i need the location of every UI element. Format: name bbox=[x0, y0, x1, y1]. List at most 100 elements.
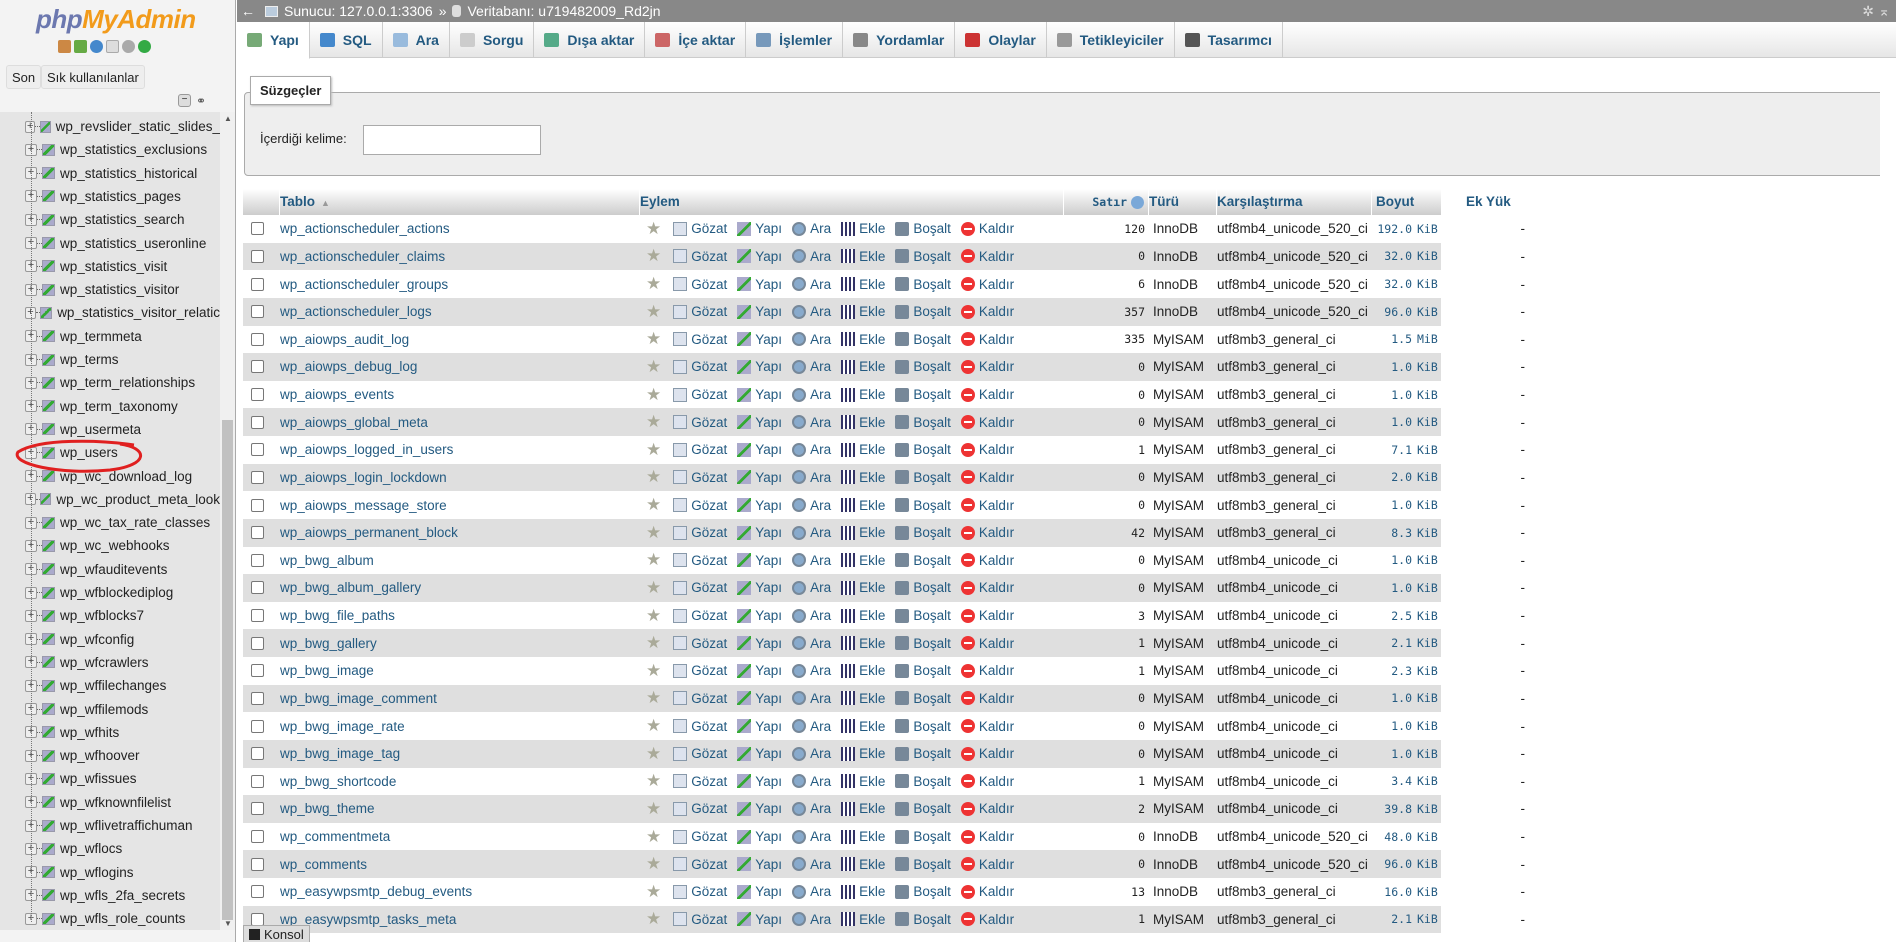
drop-action[interactable]: Kaldır bbox=[960, 415, 1014, 430]
structure-action[interactable]: Yapı bbox=[737, 442, 782, 457]
search-action[interactable]: Ara bbox=[792, 221, 831, 236]
favorite-star-icon[interactable]: ★ bbox=[646, 412, 661, 432]
gear-icon[interactable]: ✲ bbox=[1862, 0, 1874, 22]
empty-action[interactable]: Boşalt bbox=[895, 829, 951, 844]
size-value[interactable]: 1.0 bbox=[1372, 747, 1412, 761]
row-checkbox[interactable] bbox=[251, 719, 264, 733]
insert-action[interactable]: Ekle bbox=[841, 829, 885, 844]
size-unit[interactable]: KiB bbox=[1412, 222, 1462, 236]
console-button[interactable]: Konsol bbox=[243, 925, 310, 942]
table-name-link[interactable]: wp_bwg_image_comment bbox=[280, 691, 640, 706]
table-structure-icon[interactable] bbox=[42, 889, 55, 902]
table-name-link[interactable]: wp_bwg_album bbox=[280, 553, 640, 568]
tab-clock[interactable]: Olaylar bbox=[955, 22, 1047, 58]
drop-action[interactable]: Kaldır bbox=[960, 580, 1014, 595]
favorite-star-icon[interactable]: ★ bbox=[646, 854, 661, 874]
empty-action[interactable]: Boşalt bbox=[895, 691, 951, 706]
size-value[interactable]: 32.0 bbox=[1372, 249, 1412, 263]
drop-action[interactable]: Kaldır bbox=[960, 470, 1014, 485]
browse-action[interactable]: Gözat bbox=[673, 387, 727, 402]
empty-action[interactable]: Boşalt bbox=[895, 525, 951, 540]
sidebar-table-wp-term-taxonomy[interactable]: + wp_term_taxonomy bbox=[0, 395, 220, 418]
drop-action[interactable]: Kaldır bbox=[960, 332, 1014, 347]
favorite-star-icon[interactable]: ★ bbox=[646, 385, 661, 405]
table-name-link[interactable]: wp_aiowps_logged_in_users bbox=[280, 442, 640, 457]
docs-icon[interactable] bbox=[106, 40, 119, 53]
search-action[interactable]: Ara bbox=[792, 912, 831, 927]
breadcrumb-server[interactable]: Sunucu: 127.0.0.1:3306 bbox=[284, 0, 433, 22]
search-action[interactable]: Ara bbox=[792, 304, 831, 319]
row-checkbox[interactable] bbox=[251, 249, 264, 263]
insert-action[interactable]: Ekle bbox=[841, 580, 885, 595]
search-action[interactable]: Ara bbox=[792, 663, 831, 678]
structure-action[interactable]: Yapı bbox=[737, 470, 782, 485]
size-value[interactable]: 1.0 bbox=[1372, 691, 1412, 705]
structure-action[interactable]: Yapı bbox=[737, 221, 782, 236]
insert-action[interactable]: Ekle bbox=[841, 553, 885, 568]
header-overhead[interactable]: Ek Yük bbox=[1462, 189, 1541, 215]
size-unit[interactable]: KiB bbox=[1412, 830, 1462, 844]
insert-action[interactable]: Ekle bbox=[841, 636, 885, 651]
insert-action[interactable]: Ekle bbox=[841, 415, 885, 430]
size-value[interactable]: 192.0 bbox=[1372, 222, 1412, 236]
browse-action[interactable]: Gözat bbox=[673, 498, 727, 513]
header-table[interactable]: Tablo ▲ bbox=[280, 189, 640, 215]
table-name-link[interactable]: wp_actionscheduler_logs bbox=[280, 304, 640, 319]
size-value[interactable]: 2.3 bbox=[1372, 664, 1412, 678]
drop-action[interactable]: Kaldır bbox=[960, 719, 1014, 734]
size-unit[interactable]: KiB bbox=[1412, 912, 1462, 926]
empty-action[interactable]: Boşalt bbox=[895, 221, 951, 236]
table-name-link[interactable]: wp_bwg_shortcode bbox=[280, 774, 640, 789]
scroll-down-arrow-icon[interactable]: ▼ bbox=[224, 919, 232, 928]
size-value[interactable]: 1.0 bbox=[1372, 360, 1412, 374]
browse-action[interactable]: Gözat bbox=[673, 912, 727, 927]
sidebar-table-name[interactable]: wp_wfauditevents bbox=[60, 558, 167, 581]
structure-action[interactable]: Yapı bbox=[737, 801, 782, 816]
table-name-link[interactable]: wp_aiowps_audit_log bbox=[280, 332, 640, 347]
table-structure-icon[interactable] bbox=[42, 539, 55, 552]
size-value[interactable]: 39.8 bbox=[1372, 802, 1412, 816]
table-name-link[interactable]: wp_bwg_image_rate bbox=[280, 719, 640, 734]
structure-action[interactable]: Yapı bbox=[737, 249, 782, 264]
table-name-link[interactable]: wp_aiowps_global_meta bbox=[280, 415, 640, 430]
search-action[interactable]: Ara bbox=[792, 525, 831, 540]
empty-action[interactable]: Boşalt bbox=[895, 498, 951, 513]
sidebar-table-wp-wfissues[interactable]: + wp_wfissues bbox=[0, 767, 220, 790]
table-name-link[interactable]: wp_actionscheduler_groups bbox=[280, 277, 640, 292]
insert-action[interactable]: Ekle bbox=[841, 249, 885, 264]
size-value[interactable]: 2.1 bbox=[1372, 912, 1412, 926]
size-unit[interactable]: KiB bbox=[1412, 470, 1462, 484]
favorite-star-icon[interactable]: ★ bbox=[646, 302, 661, 322]
search-action[interactable]: Ara bbox=[792, 746, 831, 761]
insert-action[interactable]: Ekle bbox=[841, 691, 885, 706]
size-unit[interactable]: KiB bbox=[1412, 747, 1462, 761]
table-name-link[interactable]: wp_easywpsmtp_debug_events bbox=[280, 884, 640, 899]
recent-button[interactable]: Son bbox=[6, 65, 42, 89]
search-action[interactable]: Ara bbox=[792, 608, 831, 623]
favorite-star-icon[interactable]: ★ bbox=[646, 771, 661, 791]
help-icon[interactable] bbox=[1131, 196, 1144, 209]
favorites-button[interactable]: Sık kullanılanlar bbox=[41, 65, 145, 89]
table-structure-icon[interactable] bbox=[42, 912, 55, 925]
tab-query[interactable]: Sorgu bbox=[450, 22, 535, 58]
search-action[interactable]: Ara bbox=[792, 553, 831, 568]
size-unit[interactable]: KiB bbox=[1412, 526, 1462, 540]
table-structure-icon[interactable] bbox=[42, 842, 55, 855]
drop-action[interactable]: Kaldır bbox=[960, 553, 1014, 568]
table-structure-icon[interactable] bbox=[42, 609, 55, 622]
table-structure-icon[interactable] bbox=[42, 353, 55, 366]
size-unit[interactable]: KiB bbox=[1412, 553, 1462, 567]
sidebar-table-name[interactable]: wp_wc_product_meta_look bbox=[56, 488, 220, 511]
empty-action[interactable]: Boşalt bbox=[895, 553, 951, 568]
empty-action[interactable]: Boşalt bbox=[895, 884, 951, 899]
insert-action[interactable]: Ekle bbox=[841, 277, 885, 292]
search-action[interactable]: Ara bbox=[792, 470, 831, 485]
size-value[interactable]: 2.0 bbox=[1372, 470, 1412, 484]
structure-action[interactable]: Yapı bbox=[737, 829, 782, 844]
sidebar-table-name[interactable]: wp_wfls_role_counts bbox=[60, 907, 185, 930]
header-size[interactable]: Boyut bbox=[1372, 189, 1462, 215]
row-checkbox[interactable] bbox=[251, 415, 264, 429]
collapse-top-icon[interactable]: ⌅ bbox=[1878, 0, 1890, 22]
sidebar-table-name[interactable]: wp_statistics_exclusions bbox=[60, 138, 207, 161]
row-checkbox[interactable] bbox=[251, 664, 264, 678]
